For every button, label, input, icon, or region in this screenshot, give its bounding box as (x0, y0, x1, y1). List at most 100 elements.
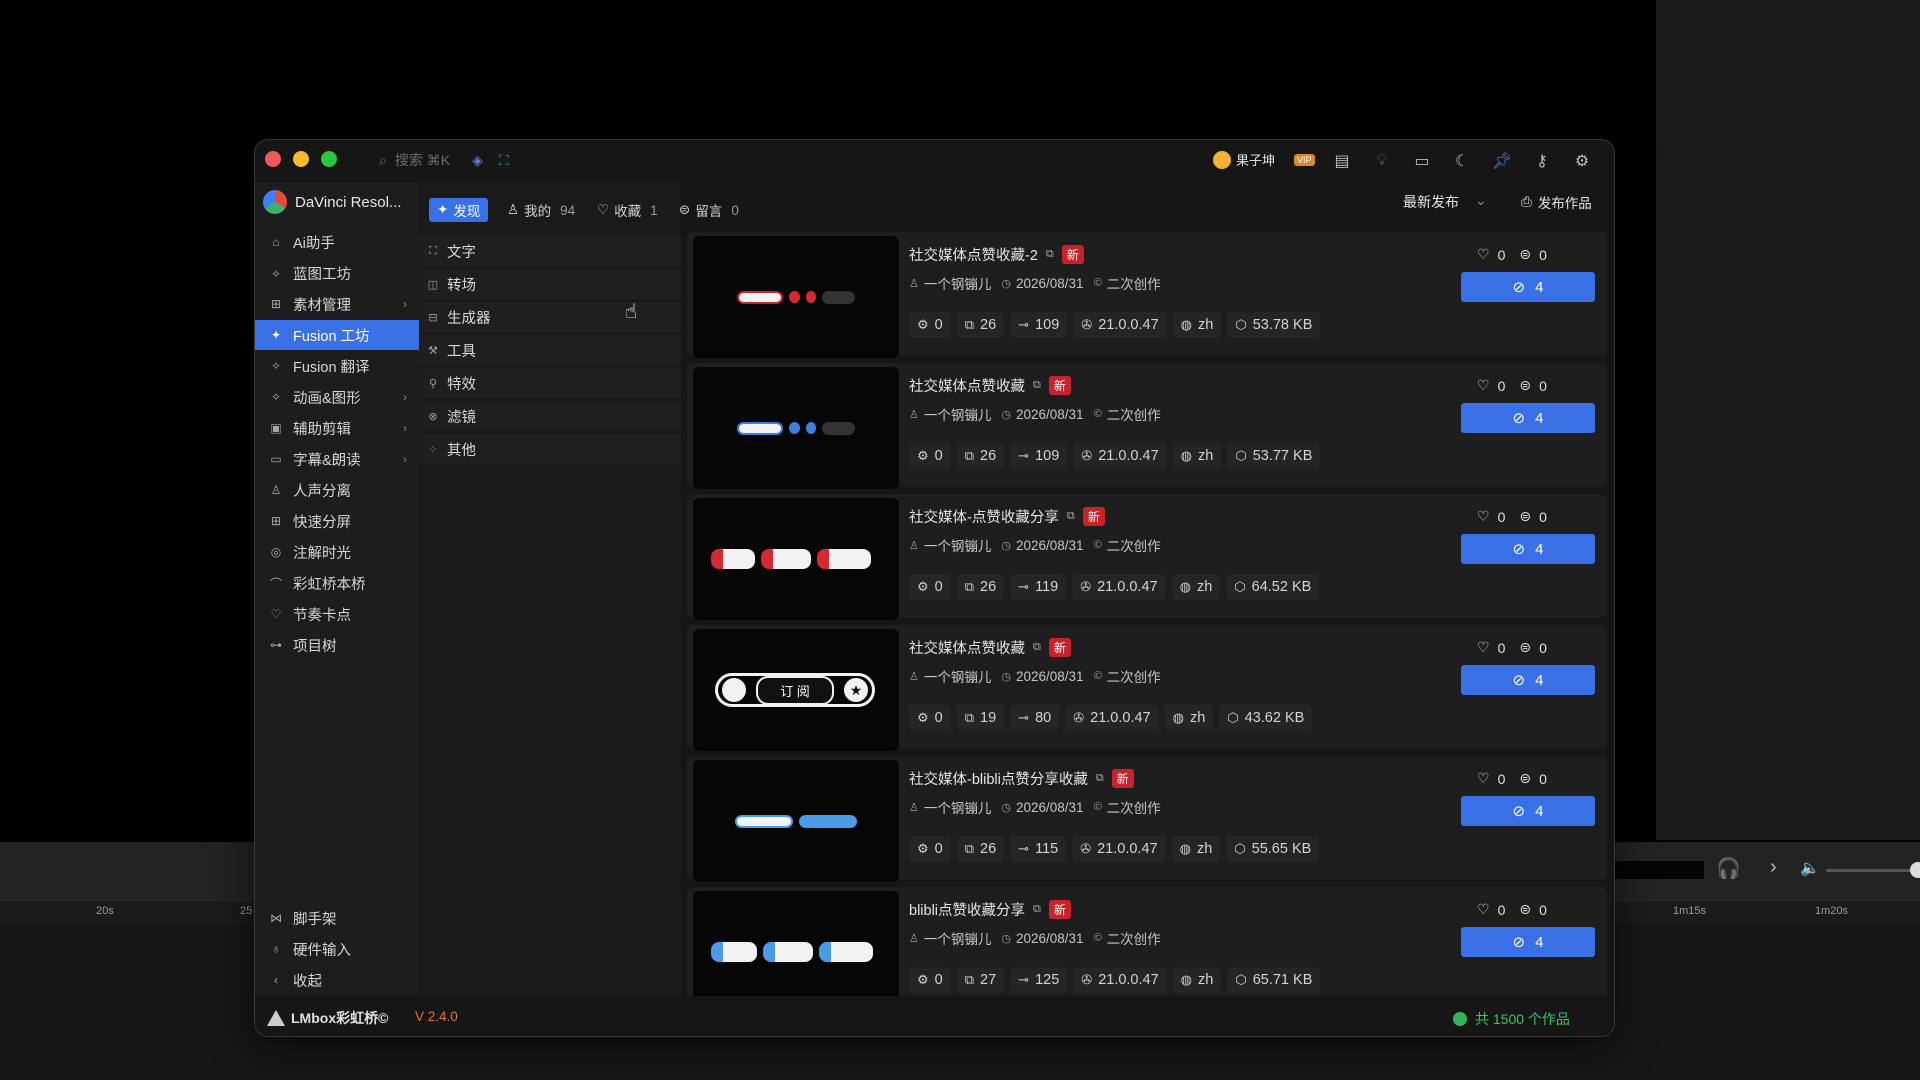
work-title[interactable]: blibli点赞收藏分享 (909, 899, 1025, 920)
minimize-window-button[interactable] (293, 151, 309, 167)
tab-messages[interactable]: ⊜ 留言 0 (671, 198, 747, 222)
lightbulb-icon[interactable]: 💡︎ (1371, 150, 1393, 172)
sidebar-item-project-tree[interactable]: ⊶ 项目树 (255, 630, 419, 660)
get-work-button[interactable]: ⊘ 4 (1461, 796, 1595, 826)
comment-button[interactable]: ⊜ 0 (1519, 246, 1547, 263)
comment-button[interactable]: ⊜ 0 (1519, 377, 1547, 394)
sidebar-item-hardware-input[interactable]: ♁ 硬件输入 (255, 934, 419, 964)
work-thumbnail[interactable] (693, 236, 899, 358)
sidebar-item-assets[interactable]: ⊞ 素材管理 › (255, 289, 419, 319)
category-tool[interactable]: ⚒ 工具 (419, 335, 681, 366)
scan-icon[interactable]: ⛶ (499, 152, 509, 169)
like-button[interactable]: ♡ 0 (1477, 508, 1505, 525)
copy-link-icon[interactable]: ⧉ (1067, 510, 1075, 523)
category-generator[interactable]: ⊟ 生成器 (419, 302, 681, 333)
work-card[interactable]: 社交媒体点赞收藏 ⧉ 新 ♙ 一个钢镚儿 ◷ 2026/08/31 © 二次创作 ⚙ 0 ⧉ 26… (687, 363, 1607, 489)
work-card[interactable]: 订 阅 ★ 社交媒体点赞收藏 ⧉ 新 ♙ 一个钢镚儿 ◷ 2026/08/31 © 二次创作 … (687, 625, 1607, 751)
category-effect[interactable]: ⚲ 特效 (419, 368, 681, 399)
comment-button[interactable]: ⊜ 0 (1519, 901, 1547, 918)
sidebar-item-edit-assist[interactable]: ▣ 辅助剪辑 › (255, 413, 419, 443)
copy-link-icon[interactable]: ⧉ (1096, 772, 1104, 785)
work-author[interactable]: 一个钢镚儿 (924, 797, 992, 817)
sidebar-item-scaffold[interactable]: ⋈ 脚手架 (255, 903, 419, 933)
work-card[interactable]: 社交媒体-blibli点赞分享收藏 ⧉ 新 ♙ 一个钢镚儿 ◷ 2026/08/31 © 二次… (687, 756, 1607, 882)
like-button[interactable]: ♡ 0 (1477, 901, 1505, 918)
work-author[interactable]: 一个钢镚儿 (924, 928, 992, 948)
maximize-window-button[interactable] (321, 151, 337, 167)
headphones-icon[interactable]: 🎧 (1716, 856, 1741, 881)
work-card[interactable]: 社交媒体点赞收藏-2 ⧉ 新 ♙ 一个钢镚儿 ◷ 2026/08/31 © 二次创作 ⚙ 0 ⧉… (687, 232, 1607, 358)
tab-favorites[interactable]: ♡ 收藏 1 (589, 198, 666, 222)
user-account[interactable]: 果子坤 VIP (1213, 150, 1315, 169)
publish-button[interactable]: ⎙ 发布作品 (1521, 192, 1592, 212)
get-work-button[interactable]: ⊘ 4 (1461, 665, 1595, 695)
sidebar-item-fusion-workshop[interactable]: ✦ Fusion 工坊 (255, 320, 419, 350)
volume-slider[interactable] (1826, 869, 1920, 872)
comment-button[interactable]: ⊜ 0 (1519, 770, 1547, 787)
sidebar-item-label: 字幕&朗读 (293, 452, 361, 469)
sidebar-item-blueprint[interactable]: ⟡ 蓝图工坊 (255, 258, 419, 288)
category-filter[interactable]: ⊗ 滤镜 (419, 401, 681, 432)
sidebar-item-annotate[interactable]: ◎ 注解时光 (255, 537, 419, 567)
sidebar-item-split-screen[interactable]: ⊞ 快速分屏 (255, 506, 419, 536)
work-author[interactable]: 一个钢镚儿 (924, 535, 992, 555)
work-title[interactable]: 社交媒体-blibli点赞分享收藏 (909, 768, 1088, 789)
copy-link-icon[interactable]: ⧉ (1033, 903, 1041, 916)
category-transition[interactable]: ◫ 转场 (419, 269, 681, 300)
store-icon[interactable]: ▤ (1331, 150, 1353, 172)
work-thumbnail[interactable] (693, 760, 899, 882)
copy-link-icon[interactable]: ⧉ (1046, 248, 1054, 261)
moon-icon[interactable]: ☾ (1451, 150, 1473, 172)
sidebar-item-beat-sync[interactable]: ♡ 节奏卡点 (255, 599, 419, 629)
work-card[interactable]: 社交媒体-点赞收藏分享 ⧉ 新 ♙ 一个钢镚儿 ◷ 2026/08/31 © 二次创作 ⚙ 0 … (687, 494, 1607, 620)
work-title[interactable]: 社交媒体点赞收藏 (909, 637, 1025, 658)
get-work-button[interactable]: ⊘ 4 (1461, 534, 1595, 564)
copy-link-icon[interactable]: ⧉ (1033, 379, 1041, 392)
work-thumbnail[interactable] (693, 367, 899, 489)
like-button[interactable]: ♡ 0 (1477, 246, 1505, 263)
sidebar-item-voice-separation[interactable]: ♙ 人声分离 (255, 475, 419, 505)
work-thumbnail[interactable] (693, 891, 899, 996)
play-next-icon[interactable]: › (1770, 856, 1777, 879)
work-thumbnail[interactable]: 订 阅 ★ (693, 629, 899, 751)
like-button[interactable]: ♡ 0 (1477, 377, 1505, 394)
comment-button[interactable]: ⊜ 0 (1519, 639, 1547, 656)
key-icon[interactable]: ⚷ (1531, 150, 1553, 172)
sidebar-item-rainbow-bridge[interactable]: ⌒ 彩虹桥本桥 (255, 568, 419, 598)
work-title[interactable]: 社交媒体-点赞收藏分享 (909, 506, 1059, 527)
comment-button[interactable]: ⊜ 0 (1519, 508, 1547, 525)
tab-mine[interactable]: ♙ 我的 94 (499, 198, 583, 222)
sidebar-item-fusion-translate[interactable]: ✧ Fusion 翻译 (255, 351, 419, 381)
get-work-button[interactable]: ⊘ 4 (1461, 927, 1595, 957)
works-list[interactable]: 社交媒体点赞收藏-2 ⧉ 新 ♙ 一个钢镚儿 ◷ 2026/08/31 © 二次创作 ⚙ 0 ⧉… (687, 232, 1607, 996)
work-title[interactable]: 社交媒体点赞收藏 (909, 375, 1025, 396)
sidebar-item-subtitles[interactable]: ▭ 字幕&朗读 › (255, 444, 419, 474)
collapse-sidebar-button[interactable]: ‹ 收起 (255, 965, 419, 995)
search-field[interactable]: ⌕ 搜索 ⌘K ◈ ⛶ (379, 150, 509, 170)
get-work-button[interactable]: ⊘ 4 (1461, 403, 1595, 433)
app-selector[interactable]: DaVinci Resol... (263, 190, 401, 214)
ai-sparkle-icon[interactable]: ◈ (472, 152, 483, 169)
work-author[interactable]: 一个钢镚儿 (924, 666, 992, 686)
work-card[interactable]: blibli点赞收藏分享 ⧉ 新 ♙ 一个钢镚儿 ◷ 2026/08/31 © 二次创作 ⚙ 0… (687, 887, 1607, 996)
work-author[interactable]: 一个钢镚儿 (924, 273, 992, 293)
work-author[interactable]: 一个钢镚儿 (924, 404, 992, 424)
sidebar-item-ai-assistant[interactable]: ⌂ Ai助手 (255, 227, 419, 257)
sort-dropdown[interactable]: 最新发布 ⌄ (1403, 192, 1487, 212)
sidebar-item-animation[interactable]: ✧ 动画&图形 › (255, 382, 419, 412)
copy-link-icon[interactable]: ⧉ (1033, 641, 1041, 654)
close-window-button[interactable] (265, 151, 281, 167)
work-thumbnail[interactable] (693, 498, 899, 620)
like-button[interactable]: ♡ 0 (1477, 639, 1505, 656)
category-text[interactable]: ⛶ 文字 (419, 236, 681, 267)
tab-discover[interactable]: ✦ 发现 (429, 198, 489, 222)
message-icon[interactable]: ▭ (1411, 150, 1433, 172)
work-title[interactable]: 社交媒体点赞收藏-2 (909, 244, 1038, 265)
volume-slider-knob[interactable] (1910, 862, 1920, 878)
like-button[interactable]: ♡ 0 (1477, 770, 1505, 787)
get-work-button[interactable]: ⊘ 4 (1461, 272, 1595, 302)
category-other[interactable]: ⁘ 其他 (419, 434, 681, 465)
volume-icon[interactable]: 🔈 (1800, 858, 1820, 878)
pin-icon[interactable]: 📌︎ (1491, 150, 1513, 172)
settings-icon[interactable]: ⚙ (1571, 150, 1593, 172)
